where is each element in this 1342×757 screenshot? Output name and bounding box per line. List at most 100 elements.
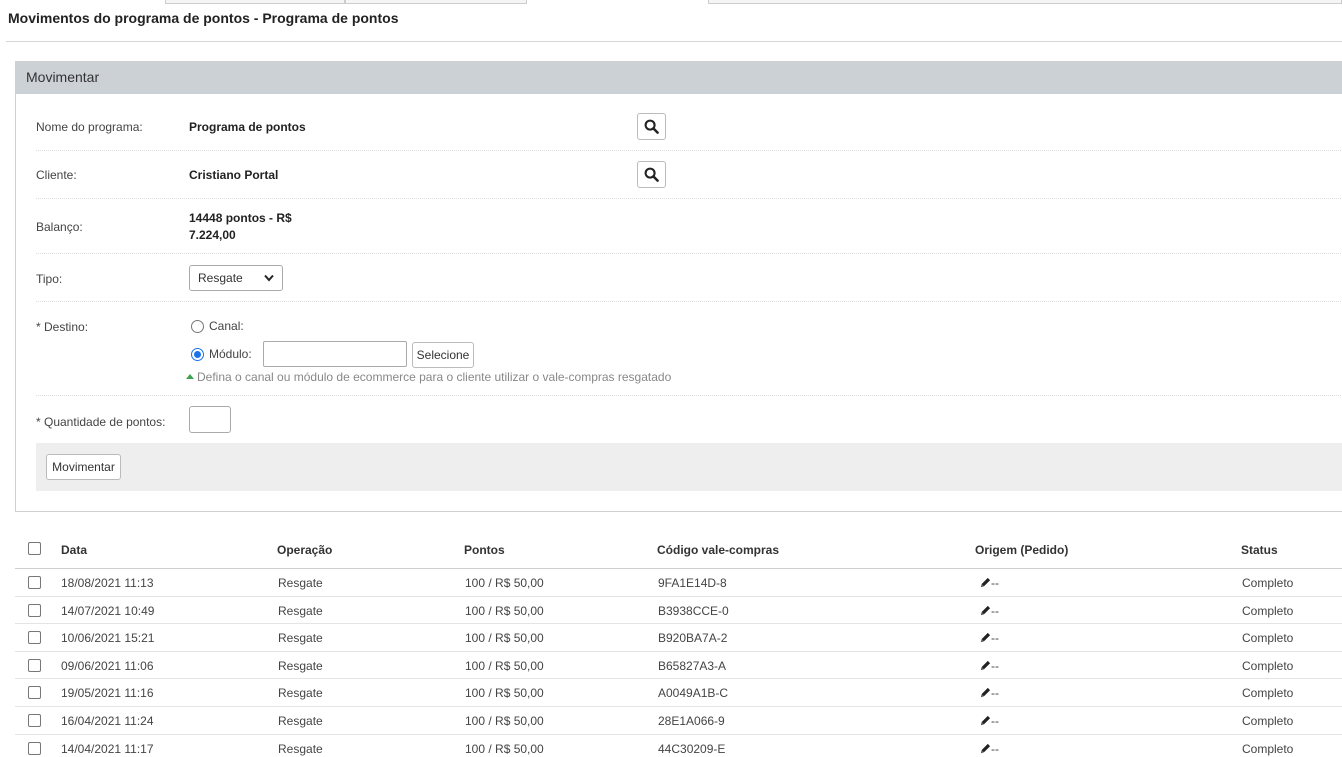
row-date: 19/05/2021 11:16 [61, 686, 154, 701]
row-origin[interactable]: -- [980, 631, 999, 645]
row-status: Completo [1242, 576, 1294, 590]
row-status: Completo [1242, 658, 1294, 673]
row-operation: Resgate [278, 631, 323, 646]
tab-3[interactable] [708, 0, 1342, 4]
page-title: Movimentos do programa de pontos - Progr… [8, 10, 399, 26]
pencil-icon [980, 688, 991, 698]
destination-label: * Destino: [36, 320, 89, 334]
row-points: 100 / R$ 50,00 [465, 741, 544, 756]
module-radio-label: Módulo: [209, 347, 252, 361]
type-select[interactable]: Resgate [189, 265, 283, 291]
program-value: Programa de pontos [189, 120, 306, 134]
row-status: Completo [1242, 603, 1294, 618]
row-code: A0049A1B-C [658, 686, 729, 701]
balance-row: Balanço: 14448 pontos - R$ 7.224,00 [36, 199, 1342, 254]
row-origin[interactable]: -- [980, 659, 999, 673]
row-origin[interactable]: -- [980, 604, 999, 618]
table-row: 18/08/2021 11:13 Resgate 100 / R$ 50,00 9FA… [15, 569, 1342, 597]
row-points: 100 / R$ 50,00 [465, 658, 544, 673]
table-row: 09/06/2021 11:06 Resgate 100 / R$ 50,00 B65… [15, 652, 1342, 680]
row-origin[interactable]: -- [980, 686, 999, 700]
header-code[interactable]: Código vale-compras [657, 543, 779, 557]
row-date: 18/08/2021 11:13 [61, 576, 154, 590]
row-checkbox[interactable] [28, 576, 41, 589]
row-date: 16/04/2021 11:24 [61, 713, 154, 728]
row-status: Completo [1242, 741, 1294, 756]
quantity-label: * Quantidade de pontos: [36, 415, 166, 429]
pencil-icon [980, 715, 991, 726]
row-operation: Resgate [278, 603, 323, 618]
row-date: 14/07/2021 10:49 [61, 603, 155, 618]
client-value: Cristiano Portal [189, 168, 279, 182]
client-label: Cliente: [36, 168, 77, 182]
header-operation[interactable]: Operação [277, 543, 332, 557]
row-checkbox[interactable] [28, 741, 41, 755]
row-code: 44C30209-E [658, 741, 726, 756]
row-origin[interactable]: -- [980, 742, 999, 756]
row-origin[interactable]: -- [980, 576, 999, 590]
row-date: 10/06/2021 15:21 [61, 631, 155, 646]
row-points: 100 / R$ 50,00 [465, 576, 544, 590]
row-operation: Resgate [278, 576, 323, 590]
header-points[interactable]: Pontos [464, 543, 505, 557]
row-operation: Resgate [278, 713, 323, 728]
top-tab-strip [0, 0, 1342, 4]
channel-radio-label: Canal: [209, 319, 244, 333]
row-origin-value: -- [991, 576, 999, 590]
pencil-icon [980, 605, 991, 615]
program-search-button[interactable] [637, 113, 666, 140]
tab-2[interactable] [345, 0, 527, 4]
quantity-input[interactable] [189, 406, 231, 433]
balance-points: 14448 pontos - R$ [189, 211, 292, 225]
header-date[interactable]: Data [61, 543, 87, 557]
row-status: Completo [1242, 686, 1294, 701]
row-code: B65827A3-A [658, 658, 727, 673]
row-checkbox[interactable] [28, 658, 41, 672]
search-icon [644, 119, 659, 134]
row-checkbox[interactable] [28, 603, 41, 617]
row-checkbox[interactable] [28, 713, 41, 727]
row-code: B920BA7A-2 [658, 631, 728, 646]
pencil-icon [980, 660, 991, 670]
row-origin-value: -- [991, 686, 999, 701]
module-radio[interactable] [191, 348, 204, 361]
table-header: Data Operação Pontos Código vale-compras… [15, 537, 1342, 569]
module-input[interactable] [263, 341, 407, 367]
row-code: 28E1A066-9 [658, 713, 725, 728]
header-origin[interactable]: Origem (Pedido) [975, 543, 1068, 557]
row-operation: Resgate [278, 658, 323, 673]
row-origin-value: -- [991, 603, 999, 618]
row-date: 09/06/2021 11:06 [61, 658, 154, 673]
chevron-down-icon [264, 274, 274, 282]
tab-1[interactable] [165, 0, 345, 4]
select-all-checkbox[interactable] [28, 542, 41, 555]
row-origin-value: -- [991, 658, 999, 673]
move-panel: Movimentar Nome do programa: Programa de… [15, 61, 1342, 512]
pencil-icon [980, 633, 991, 643]
client-search-button[interactable] [637, 161, 666, 188]
table-row: 14/04/2021 11:17 Resgate 100 / R$ 50,00 44C… [15, 735, 1342, 757]
row-code: 9FA1E14D-8 [658, 576, 727, 590]
type-select-value: Resgate [198, 271, 243, 285]
row-status: Completo [1242, 631, 1294, 646]
header-status[interactable]: Status [1241, 543, 1278, 557]
search-icon [644, 167, 659, 182]
row-operation: Resgate [278, 741, 323, 756]
title-divider [6, 41, 1342, 42]
row-status: Completo [1242, 713, 1294, 728]
row-checkbox[interactable] [28, 686, 41, 700]
type-label: Tipo: [36, 272, 63, 286]
channel-radio[interactable] [191, 320, 204, 333]
destination-hint-text: Defina o canal ou módulo de ecommerce pa… [197, 370, 672, 384]
row-points: 100 / R$ 50,00 [465, 603, 544, 618]
hint-arrow-icon [186, 374, 194, 379]
row-origin[interactable]: -- [980, 714, 999, 728]
type-row: Tipo: Resgate [36, 254, 1342, 302]
row-checkbox[interactable] [28, 631, 41, 645]
table-row: 19/05/2021 11:16 Resgate 100 / R$ 50,00 A00… [15, 679, 1342, 707]
destination-hint: Defina o canal ou módulo de ecommerce pa… [186, 370, 671, 384]
table-row: 10/06/2021 15:21 Resgate 100 / R$ 50,00 B92… [15, 624, 1342, 652]
table-row: 14/07/2021 10:49 Resgate 100 / R$ 50,00 B39… [15, 597, 1342, 625]
submit-move-button[interactable]: Movimentar [46, 454, 121, 480]
select-module-button[interactable]: Selecione [412, 342, 474, 368]
